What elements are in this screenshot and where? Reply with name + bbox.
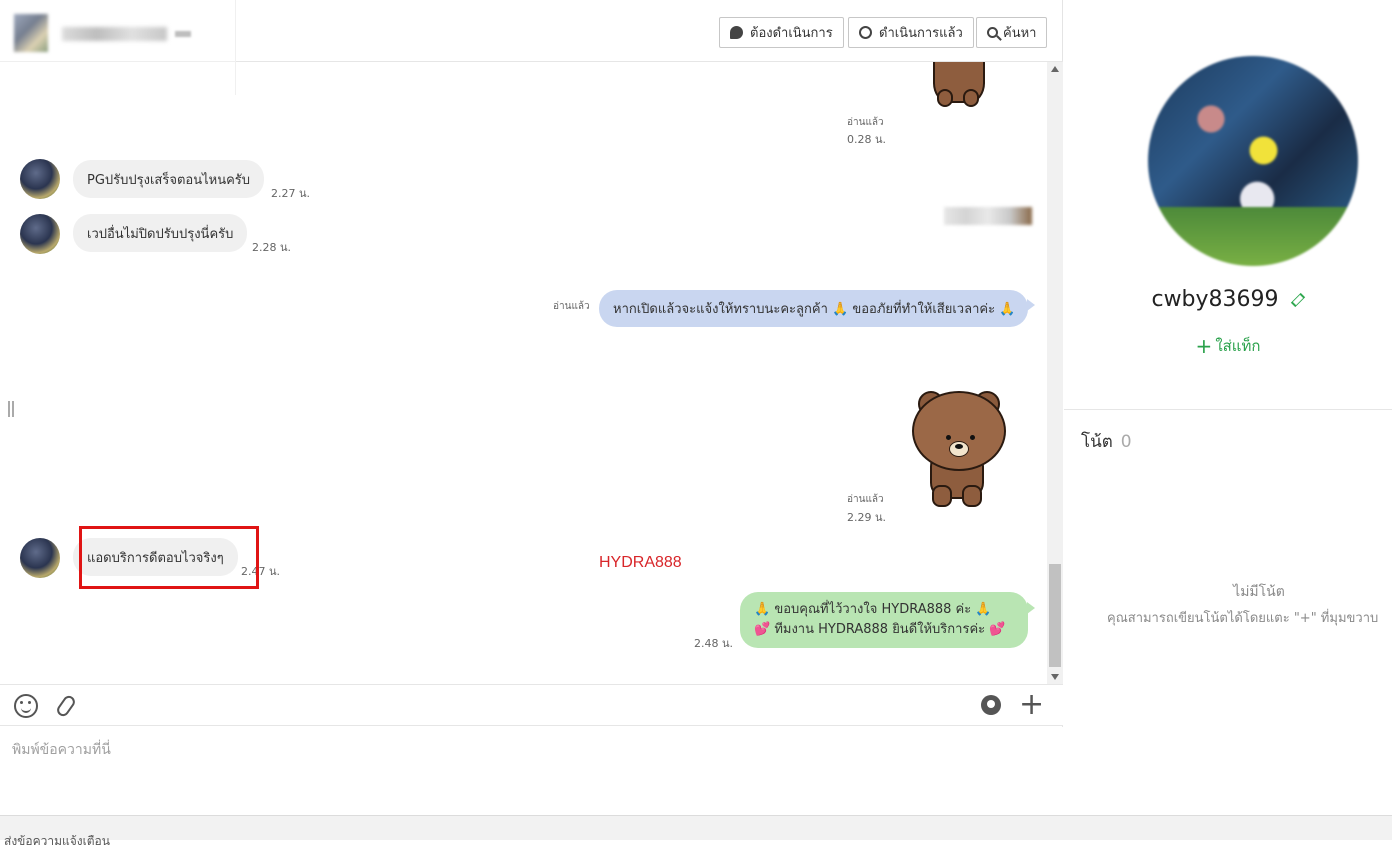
smile-icon[interactable] (14, 694, 38, 718)
outgoing-message: หากเปิดแล้วจะแจ้งให้ทราบนะคะลูกค้า 🙏 ขออ… (599, 290, 1028, 327)
chat-bubble-icon (730, 26, 743, 39)
chat-panel: ต้องดำเนินการ ดำเนินการแล้ว ค้นหา อ่านแล… (0, 0, 1063, 815)
voom-icon[interactable] (981, 695, 1001, 715)
scroll-down-arrow[interactable] (1051, 674, 1059, 680)
sender-avatar[interactable] (20, 159, 60, 199)
footer-bar: ส่งข้อความแจ้งเตือน (0, 815, 1392, 848)
message-text: เวปอื่นไม่ปิดปรับปรุงนี่ครับ (87, 226, 234, 242)
search-icon (987, 27, 998, 38)
profile-divider (1064, 409, 1392, 410)
edit-pencil-icon[interactable] (1290, 292, 1305, 308)
resize-handle[interactable] (8, 401, 14, 417)
footer-text[interactable]: ส่งข้อความแจ้งเตือน (4, 832, 110, 851)
done-button-label: ดำเนินการแล้ว (879, 26, 963, 41)
outgoing-message: 🙏 ขอบคุณที่ไว้วางใจ HYDRA888 ค่ะ 🙏 💕 ทีม… (740, 592, 1028, 648)
notes-label: โน้ต (1081, 432, 1113, 452)
no-notes-text: ไม่มีโน้ต (1233, 584, 1285, 600)
sender-avatar[interactable] (20, 538, 60, 578)
add-tag-label: ใส่แท็ก (1215, 337, 1261, 355)
read-receipt: อ่านแล้ว (553, 301, 590, 312)
chat-bubble-check-icon (859, 26, 872, 39)
message-time: 0.28 น. (847, 133, 887, 146)
plus-icon[interactable]: + (1019, 690, 1044, 720)
message-text-line2: 💕 ทีมงาน HYDRA888 ยินดีให้บริการค่ะ 💕 (754, 622, 1006, 637)
incoming-message: เวปอื่นไม่ปิดปรับปรุงนี่ครับ (73, 214, 248, 252)
bear-sticker[interactable] (908, 387, 1014, 515)
todo-button[interactable]: ต้องดำเนินการ (719, 17, 844, 48)
watermark-text: HYDRA888 (599, 554, 682, 571)
read-receipt: อ่านแล้ว (847, 117, 884, 128)
message-time: 2.29 น. (847, 511, 887, 524)
scroll-up-arrow[interactable] (1051, 66, 1059, 72)
message-text-line1: 🙏 ขอบคุณที่ไว้วางใจ HYDRA888 ค่ะ 🙏 (754, 602, 992, 617)
agent-name-blurred (944, 207, 1032, 225)
plus-icon: + (1195, 334, 1213, 358)
incoming-message: PGปรับปรุงเสร็จตอนไหนครับ (73, 160, 265, 198)
notes-header: โน้ต 0 (1081, 428, 1132, 455)
message-text: PGปรับปรุงเสร็จตอนไหนครับ (87, 172, 251, 188)
message-list[interactable]: อ่านแล้ว 0.28 น. PGปรับปรุงเสร็จตอนไหนคร… (0, 62, 1047, 684)
todo-button-label: ต้องดำเนินการ (750, 26, 833, 41)
done-button[interactable]: ดำเนินการแล้ว (848, 17, 974, 48)
bubble-tail (1027, 299, 1035, 311)
add-tag-button[interactable]: + ใส่แท็ก (1064, 334, 1392, 358)
sender-avatar[interactable] (20, 214, 60, 254)
notes-hint-text: คุณสามารถเขียนโน้ตได้โดยแตะ "+" ที่มุมขว… (1107, 611, 1379, 626)
message-time: 2.48 น. (694, 637, 734, 650)
message-time: 2.28 น. (252, 241, 292, 254)
profile-name-text: cwby83699 (1151, 287, 1279, 312)
attach-icon[interactable] (54, 693, 78, 719)
bear-sticker[interactable] (925, 62, 995, 137)
notes-count: 0 (1120, 432, 1132, 452)
message-time: 2.27 น. (271, 187, 311, 200)
composer-toolbar: + (0, 684, 1063, 726)
message-text: หากเปิดแล้วจะแจ้งให้ทราบนะคะลูกค้า 🙏 ขออ… (613, 302, 1016, 317)
search-button-label: ค้นหา (1003, 26, 1037, 41)
red-highlight-box (79, 526, 259, 589)
read-receipt: อ่านแล้ว (847, 494, 884, 505)
message-scrollbar[interactable] (1047, 62, 1063, 684)
message-input[interactable] (0, 727, 1063, 815)
search-button[interactable]: ค้นหา (976, 17, 1048, 48)
profile-avatar[interactable] (1148, 56, 1358, 266)
bubble-tail (1027, 602, 1035, 614)
scrollbar-thumb[interactable] (1049, 564, 1061, 667)
profile-panel: cwby83699 + ใส่แท็ก โน้ต 0 ไม่มีโน้ต คุณสา… (1064, 0, 1392, 815)
profile-name: cwby83699 (1064, 287, 1392, 312)
